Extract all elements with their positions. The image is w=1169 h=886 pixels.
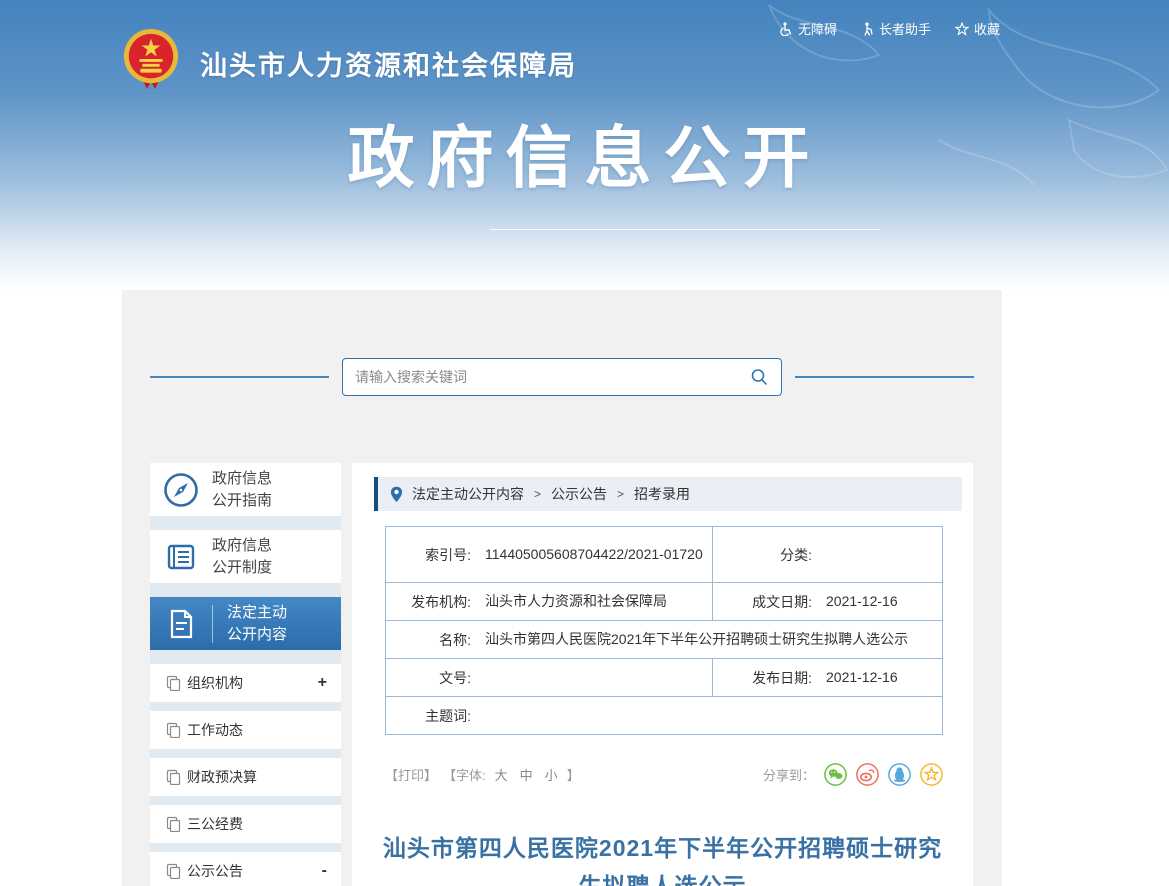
sidebar-item-open-guide[interactable]: 政府信息 公开指南	[150, 463, 341, 516]
publish-date-label: 发布日期:	[712, 659, 812, 696]
search-icon[interactable]	[749, 367, 769, 387]
national-emblem-logo	[123, 28, 179, 90]
columns: 政府信息 公开指南 政府信息 公开制度 法定主动 公开内容 组织机构 + 工作动…	[122, 463, 1002, 886]
page-banner-title: 政府信息公开	[347, 121, 822, 196]
search-right-divider	[795, 376, 974, 378]
sidebar-sub-label: 三公经费	[187, 816, 243, 832]
elder-helper-label: 长者助手	[878, 22, 931, 37]
written-date-label: 成文日期:	[712, 583, 812, 620]
content-panel: 法定主动公开内容 > 公示公告 > 招考录用 索引号: 114405005608…	[352, 463, 973, 886]
top-bar: 汕头市人力资源和社会保障局 无障碍 长者助手 收藏	[0, 0, 1169, 100]
sidebar-item-label: 政府信息 公开指南	[212, 469, 273, 509]
font-size-suffix: 】	[566, 768, 580, 783]
sidebar-sub-label: 财政预决算	[187, 769, 257, 785]
table-row: 主题词:	[386, 696, 942, 734]
table-row: 索引号: 114405005608704422/2021-01720 分类:	[386, 527, 942, 582]
sidebar-sub-label: 工作动态	[187, 722, 243, 738]
search-box	[342, 358, 782, 396]
pages-icon	[166, 769, 181, 785]
keywords-value	[471, 697, 942, 734]
tools-row: 【打印】 【字体: 大 中 小 】 分享到：	[385, 763, 943, 786]
category-label: 分类:	[712, 527, 812, 582]
index-number-label: 索引号:	[425, 546, 471, 563]
search-left-divider	[150, 376, 329, 378]
sidebar-active-divider	[212, 604, 213, 643]
table-row: 发布机构: 汕头市人力资源和社会保障局 成文日期: 2021-12-16	[386, 582, 942, 620]
sidebar-sub-label: 组织机构	[187, 675, 243, 691]
category-value	[812, 527, 942, 582]
elder-person-icon	[864, 22, 873, 36]
doc-number-value	[471, 659, 712, 696]
sidebar-sub-label: 公示公告	[187, 863, 243, 879]
sidebar-item-label: 政府信息 公开制度	[212, 536, 273, 576]
breadcrumb-item-notices[interactable]: 公示公告	[551, 484, 607, 504]
sidebar-item-label: 法定主动 公开内容	[227, 603, 288, 643]
compass-icon	[164, 472, 198, 507]
table-row: 名称: 汕头市第四人民医院2021年下半年公开招聘硕士研究生拟聘人选公示	[386, 620, 942, 658]
breadcrumb-item-statutory[interactable]: 法定主动公开内容	[412, 484, 524, 504]
publisher-label: 发布机构:	[411, 593, 471, 610]
font-size-medium-button[interactable]: 中	[520, 765, 533, 784]
table-row: 文号: 发布日期: 2021-12-16	[386, 658, 942, 696]
sidebar: 政府信息 公开指南 政府信息 公开制度 法定主动 公开内容 组织机构 + 工作动…	[150, 463, 341, 886]
qzone-icon[interactable]	[920, 763, 943, 786]
print-button[interactable]: 【打印】	[385, 765, 437, 784]
book-icon	[167, 544, 195, 569]
pages-icon	[166, 816, 181, 832]
hero-banner: 汕头市人力资源和社会保障局 无障碍 长者助手 收藏 政府信息公开	[0, 0, 1169, 290]
breadcrumb-separator: >	[534, 487, 542, 501]
qq-icon[interactable]	[888, 763, 911, 786]
accessibility-label: 无障碍	[797, 22, 837, 37]
share-controls: 分享到：	[763, 763, 943, 786]
index-number-value: 114405005608704422/2021-01720	[485, 546, 703, 563]
publisher-value: 汕头市人力资源和社会保障局	[485, 593, 667, 610]
sidebar-item-fiscal-budget[interactable]: 财政预决算	[150, 758, 341, 796]
document-meta-table: 索引号: 114405005608704422/2021-01720 分类: 发…	[385, 526, 943, 735]
doc-name-value: 汕头市第四人民医院2021年下半年公开招聘硕士研究生拟聘人选公示	[485, 631, 909, 648]
accessibility-link[interactable]: 无障碍	[779, 19, 837, 38]
sidebar-item-open-rules[interactable]: 政府信息 公开制度	[150, 530, 341, 583]
doc-number-label: 文号:	[439, 669, 471, 686]
print-font-controls: 【打印】 【字体: 大 中 小 】	[385, 765, 580, 784]
document-icon	[170, 609, 193, 638]
doc-name-label: 名称:	[439, 631, 471, 648]
sidebar-item-three-public-funds[interactable]: 三公经费	[150, 805, 341, 843]
breadcrumb-separator: >	[617, 487, 625, 501]
publish-date-value: 2021-12-16	[826, 669, 898, 686]
pages-icon	[166, 863, 181, 879]
favorite-label: 收藏	[973, 22, 1000, 37]
search-input[interactable]	[355, 369, 749, 385]
star-icon	[954, 21, 969, 36]
location-pin-icon	[390, 486, 403, 502]
wechat-icon[interactable]	[824, 763, 847, 786]
sidebar-item-organization[interactable]: 组织机构 +	[150, 664, 341, 702]
sidebar-item-statutory-content[interactable]: 法定主动 公开内容	[150, 597, 341, 650]
font-size-large-button[interactable]: 大	[495, 765, 508, 784]
font-size-prefix: 【字体:	[443, 768, 486, 783]
breadcrumb-item-recruitment[interactable]: 招考录用	[634, 484, 690, 504]
main-panel: 政府信息 公开指南 政府信息 公开制度	[122, 290, 1002, 886]
sidebar-item-public-notices[interactable]: 公示公告 -	[150, 852, 341, 886]
elder-helper-link[interactable]: 长者助手	[861, 19, 931, 38]
breadcrumb: 法定主动公开内容 > 公示公告 > 招考录用	[374, 477, 962, 511]
banner-underline	[490, 229, 880, 230]
search-row	[150, 358, 974, 396]
article-title: 汕头市第四人民医院2021年下半年公开招聘硕士研究生拟聘人选公示	[382, 835, 943, 886]
favorite-link[interactable]: 收藏	[954, 19, 1000, 38]
wheelchair-icon	[780, 21, 792, 36]
written-date-value: 2021-12-16	[826, 593, 898, 610]
sidebar-item-work-news[interactable]: 工作动态	[150, 711, 341, 749]
pages-icon	[166, 675, 181, 691]
share-label: 分享到：	[762, 768, 815, 783]
site-title: 汕头市人力资源和社会保障局	[200, 51, 577, 81]
top-links: 无障碍 长者助手 收藏	[779, 19, 1000, 38]
font-size-small-button[interactable]: 小	[545, 765, 558, 784]
collapse-icon[interactable]: -	[322, 862, 327, 880]
expand-icon[interactable]: +	[318, 674, 327, 692]
pages-icon	[166, 722, 181, 738]
weibo-icon[interactable]	[856, 763, 879, 786]
keywords-label: 主题词:	[425, 707, 471, 724]
